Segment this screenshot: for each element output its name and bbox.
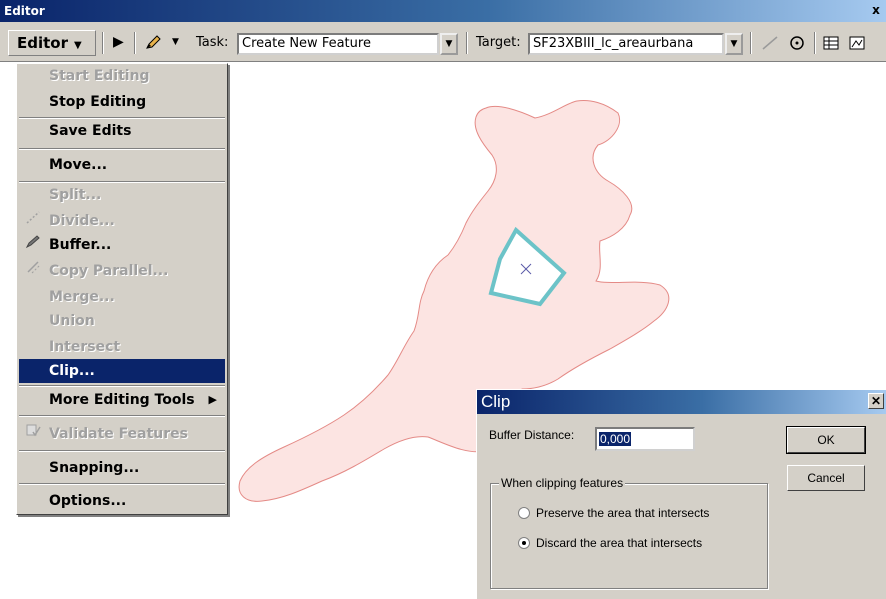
menu-item-label: Union (49, 313, 95, 329)
editor-menu-button[interactable]: Editor ▼ (8, 30, 96, 56)
task-label: Task: (196, 35, 229, 50)
copy-parallel-icon (25, 259, 41, 283)
menu-item-divide[interactable]: Divide... (19, 209, 225, 233)
menu-item-copy-parallel[interactable]: Copy Parallel... (19, 259, 225, 283)
menu-item-buffer[interactable]: Buffer... (19, 233, 225, 257)
editor-toolbar-title-text: Editor (4, 4, 45, 18)
pencil-icon (25, 233, 41, 257)
clip-options-group: When clipping features Preserve the area… (490, 476, 768, 589)
menu-item-label: Snapping... (49, 460, 140, 476)
menu-item-start-editing[interactable]: Start Editing (19, 64, 225, 88)
editor-toolbar-title: Editor x (0, 0, 886, 22)
menu-item-validate-features[interactable]: Validate Features (19, 422, 225, 446)
close-icon[interactable]: ✕ (868, 393, 884, 409)
menu-item-merge[interactable]: Merge... (19, 285, 225, 309)
chevron-down-icon[interactable]: ▼ (172, 37, 179, 47)
menu-item-label: Clip... (49, 363, 95, 379)
close-icon[interactable]: x (869, 3, 883, 17)
target-dropdown[interactable]: SF23XBIII_lc_areaurbana (528, 33, 724, 55)
chevron-down-icon: ▼ (74, 40, 82, 51)
discard-area-label: Discard the area that intersects (536, 536, 703, 550)
menu-item-move[interactable]: Move... (19, 153, 225, 177)
submenu-arrow-icon: ▶ (208, 393, 217, 406)
attributes-icon[interactable] (822, 35, 840, 51)
divide-icon (25, 209, 41, 233)
menu-item-clip[interactable]: Clip... (19, 359, 225, 383)
task-dropdown-arrow-icon[interactable]: ▼ (440, 33, 458, 55)
menu-item-label: Merge... (49, 289, 115, 305)
cancel-button[interactable]: Cancel (787, 465, 865, 491)
clip-options-group-label: When clipping features (499, 476, 626, 490)
edit-tool-arrow-icon[interactable]: ▶ (113, 34, 124, 50)
toolbar-separator (466, 32, 468, 54)
toolbar-separator (814, 32, 816, 54)
preserve-area-label: Preserve the area that intersects (536, 506, 710, 520)
menu-item-label: Options... (49, 493, 127, 509)
menu-item-more-editing-tools[interactable]: More Editing Tools ▶ (19, 388, 225, 412)
menu-separator (19, 148, 225, 150)
buffer-distance-label: Buffer Distance: (489, 428, 575, 442)
clip-dialog-title-text: Clip (481, 392, 511, 411)
menu-item-snapping[interactable]: Snapping... (19, 456, 225, 480)
menu-separator (19, 483, 225, 485)
menu-item-label: Validate Features (49, 426, 188, 442)
discard-area-radio[interactable] (518, 537, 530, 549)
menu-item-options[interactable]: Options... (19, 489, 225, 513)
editor-toolbar: Editor ▼ ▶ ▼ Task: Create New Feature ▼ T… (0, 22, 886, 62)
toolbar-separator (750, 32, 752, 54)
menu-item-split[interactable]: Split... (19, 183, 225, 207)
ok-button[interactable]: OK (786, 426, 866, 454)
sketch-tool-pencil-icon[interactable] (145, 34, 167, 54)
menu-item-label: Copy Parallel... (49, 263, 169, 279)
menu-separator (19, 450, 225, 452)
menu-separator (19, 415, 225, 417)
menu-item-save-edits[interactable]: Save Edits (19, 119, 225, 143)
menu-item-stop-editing[interactable]: Stop Editing (19, 90, 225, 114)
task-dropdown[interactable]: Create New Feature (237, 33, 439, 55)
menu-item-label: Start Editing (49, 68, 150, 84)
validate-icon (25, 422, 41, 446)
editor-menu-label: Editor (17, 34, 68, 52)
toolbar-separator (102, 32, 104, 54)
menu-item-label: Divide... (49, 213, 115, 229)
rotate-tool-icon[interactable] (788, 35, 806, 51)
split-tool-icon[interactable] (761, 35, 779, 51)
menu-item-label: Intersect (49, 339, 121, 355)
editor-dropdown-menu: Start Editing Stop Editing Save Edits Mo… (16, 63, 228, 515)
menu-item-label: Split... (49, 187, 102, 203)
sketch-properties-icon[interactable] (848, 35, 866, 51)
menu-item-label: More Editing Tools (49, 392, 195, 408)
menu-item-label: Buffer... (49, 237, 112, 253)
menu-item-label: Move... (49, 157, 108, 173)
toolbar-separator (134, 32, 136, 54)
buffer-distance-input[interactable]: 0,000 (595, 427, 695, 451)
preserve-area-radio[interactable] (518, 507, 530, 519)
menu-item-label: Save Edits (49, 123, 132, 139)
menu-item-label: Stop Editing (49, 94, 147, 110)
menu-item-intersect[interactable]: Intersect (19, 335, 225, 359)
clip-dialog-title: Clip ✕ (477, 390, 886, 414)
menu-separator (19, 385, 225, 387)
buffer-distance-value: 0,000 (599, 432, 632, 446)
target-dropdown-arrow-icon[interactable]: ▼ (725, 33, 743, 55)
menu-item-union[interactable]: Union (19, 309, 225, 333)
clip-dialog: Clip ✕ Buffer Distance: 0,000 OK Cancel … (476, 389, 886, 599)
target-label: Target: (476, 35, 521, 50)
